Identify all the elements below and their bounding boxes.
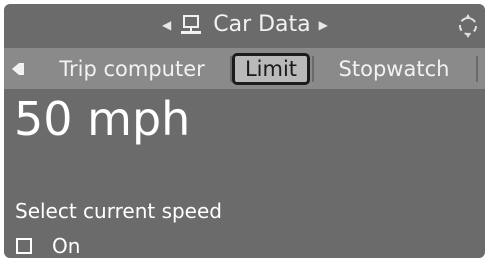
title-group: ◀ Car Data ▶	[162, 10, 328, 40]
on-option[interactable]: On	[16, 234, 80, 258]
tab-stopwatch[interactable]: Stopwatch	[314, 48, 474, 89]
tab-limit[interactable]: Limit	[232, 53, 310, 85]
page-title: Car Data	[213, 12, 311, 37]
car-data-screen: ◀ Car Data ▶ Trip computer Limit Stopwat…	[4, 4, 485, 258]
tab-divider	[476, 56, 478, 82]
on-checkbox[interactable]	[16, 238, 32, 254]
title-bar: ◀ Car Data ▶	[4, 4, 485, 44]
back-icon[interactable]	[8, 59, 30, 79]
tab-trip-computer[interactable]: Trip computer	[34, 48, 230, 89]
chevron-right-icon[interactable]: ▶	[319, 19, 328, 31]
settings-dial-icon[interactable]	[454, 12, 482, 40]
car-data-icon	[181, 15, 202, 34]
select-current-speed[interactable]: Select current speed	[15, 201, 222, 221]
chevron-left-icon[interactable]: ◀	[162, 19, 171, 31]
speed-limit-value[interactable]: 50 mph	[14, 96, 190, 142]
tab-bar: Trip computer Limit Stopwatch	[4, 48, 485, 89]
checkbox-inner	[21, 243, 27, 249]
on-option-label: On	[52, 234, 81, 258]
